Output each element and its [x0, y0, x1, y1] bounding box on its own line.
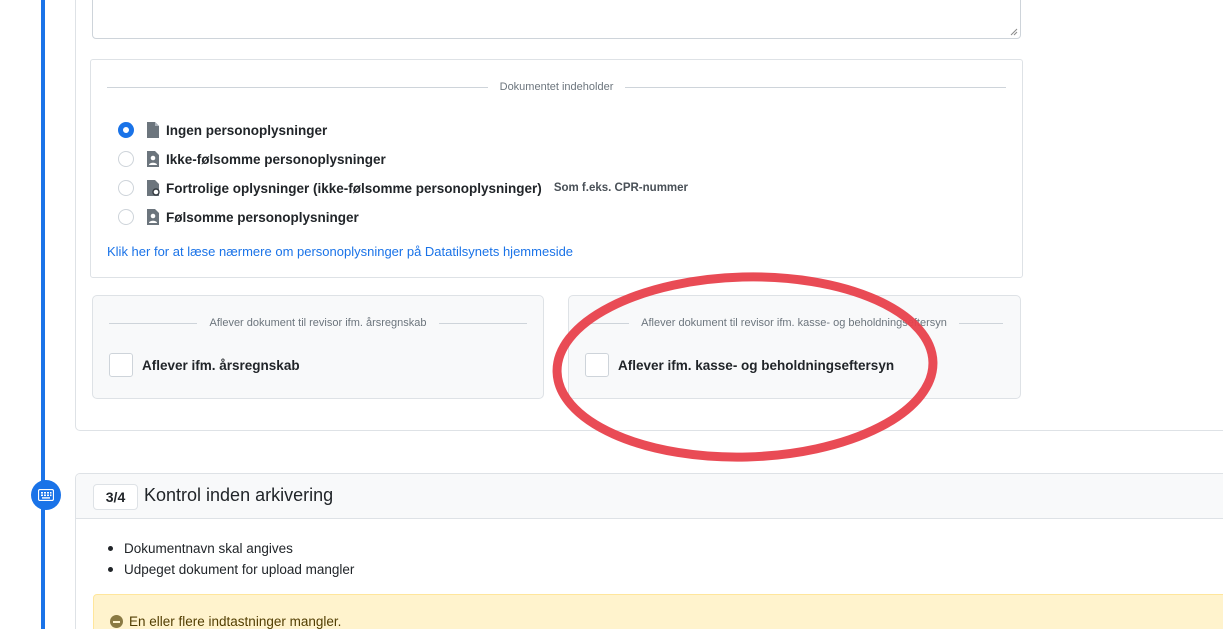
radio-button-checked[interactable] — [118, 122, 134, 138]
datatilsynet-info-link[interactable]: Klik her for at læse nærmere om personop… — [107, 244, 573, 259]
yearly-report-legend: Aflever dokument til revisor ifm. årsreg… — [109, 317, 527, 329]
warning-text: En eller flere indtastninger mangler. — [129, 614, 342, 629]
list-item: Dokumentnavn skal angives — [106, 538, 354, 559]
missing-input-warning: En eller flere indtastninger mangler. — [93, 594, 1223, 629]
option-label: Følsomme personoplysninger — [166, 209, 359, 225]
option-no-personal-data[interactable]: Ingen personoplysninger — [118, 120, 327, 140]
option-label: Ingen personoplysninger — [166, 122, 328, 138]
option-hint: Som f.eks. CPR-nummer — [553, 182, 689, 194]
legend-text: Aflever dokument til revisor ifm. årsreg… — [209, 317, 427, 329]
yearly-report-option[interactable]: Aflever ifm. årsregnskab — [109, 353, 300, 377]
resize-handle-icon[interactable] — [1010, 28, 1018, 36]
option-non-sensitive-personal-data[interactable]: Ikke-følsomme personoplysninger — [118, 149, 386, 169]
step-3-header[interactable]: 3/4 Kontrol inden arkivering — [76, 474, 1223, 519]
radio-button[interactable] — [118, 209, 134, 225]
list-item: Udpeget dokument for upload mangler — [106, 559, 354, 580]
option-confidential-data[interactable]: Fortrolige oplysninger (ikke-følsomme pe… — [118, 178, 688, 198]
notes-textarea[interactable] — [92, 0, 1021, 39]
radio-button[interactable] — [118, 180, 134, 196]
step-3-card: 3/4 Kontrol inden arkivering Dokumentnav… — [75, 473, 1223, 629]
confidential-document-icon — [147, 180, 160, 196]
step-title: Kontrol inden arkivering — [144, 485, 334, 505]
checkbox-label: Aflever ifm. årsregnskab — [142, 357, 300, 373]
option-label: Fortrolige oplysninger (ikke-følsomme pe… — [166, 180, 542, 196]
yearly-report-fieldset — [92, 295, 544, 399]
keyboard-icon — [38, 489, 54, 501]
person-document-icon — [147, 209, 159, 225]
timeline-step-node[interactable] — [31, 480, 61, 510]
step-badge: 3/4 — [93, 484, 138, 510]
person-document-icon — [147, 151, 159, 167]
yearly-report-checkbox[interactable] — [109, 353, 133, 377]
legend-text: Dokumentet indeholder — [499, 81, 614, 93]
option-sensitive-personal-data[interactable]: Følsomme personoplysninger — [118, 207, 359, 227]
highlight-ellipse-annotation — [552, 272, 938, 462]
timeline-line — [41, 0, 45, 629]
option-label: Ikke-følsomme personoplysninger — [166, 151, 386, 167]
page: Dokumentet indeholder Ingen personoplysn… — [0, 0, 1223, 629]
radio-button[interactable] — [118, 151, 134, 167]
document-icon — [147, 122, 159, 138]
minus-circle-icon — [110, 615, 123, 628]
validation-issues-list: Dokumentnavn skal angives Udpeget dokume… — [106, 538, 354, 580]
document-content-legend: Dokumentet indeholder — [107, 81, 1006, 93]
